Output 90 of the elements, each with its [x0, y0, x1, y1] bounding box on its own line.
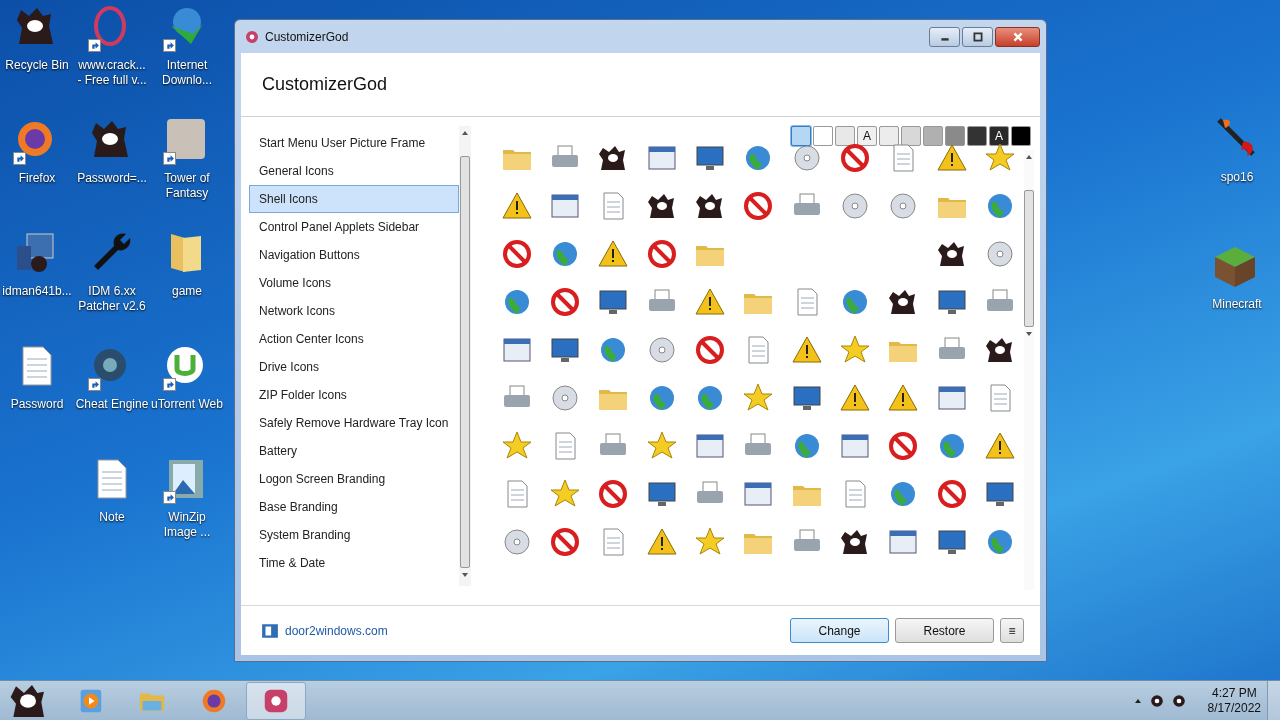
- close-button[interactable]: [995, 27, 1040, 47]
- warning-icon[interactable]: [838, 382, 871, 414]
- app-heading: CustomizerGod: [262, 74, 388, 95]
- sidebar-item[interactable]: Volume Icons: [249, 269, 459, 297]
- sidebar-item[interactable]: Network Icons: [249, 297, 459, 325]
- logo: [261, 621, 279, 640]
- color-swatch[interactable]: [879, 126, 899, 146]
- sidebar-item[interactable]: Navigation Buttons: [249, 241, 459, 269]
- change-button[interactable]: Change: [790, 618, 889, 643]
- star-icon[interactable]: [838, 334, 871, 366]
- desktop-shortcut[interactable]: spo16: [1200, 116, 1274, 185]
- desktop-shortcut[interactable]: Firefox: [0, 117, 74, 230]
- sidebar-item[interactable]: Control Panel Applets Sidebar: [249, 213, 459, 241]
- show-desktop-button[interactable]: [1267, 680, 1280, 720]
- maximize-icon: [971, 32, 984, 42]
- desktop-shortcut[interactable]: WinZip Image ...: [150, 456, 224, 569]
- desktop-shortcut[interactable]: idman641b...: [0, 230, 74, 343]
- sidebar-item[interactable]: Shell Icons: [249, 185, 459, 213]
- desktop-shortcut[interactable]: IDM 6.xx Patcher v2.6: [75, 230, 149, 343]
- prohibited-icon[interactable]: [887, 430, 920, 462]
- restore-button[interactable]: Restore: [895, 618, 994, 643]
- color-swatch[interactable]: [791, 126, 811, 146]
- warning-icon[interactable]: [645, 526, 678, 558]
- desktop-shortcut[interactable]: Password=...: [75, 117, 149, 230]
- star-icon[interactable]: [500, 430, 533, 462]
- desktop-shortcut[interactable]: Cheat Engine: [75, 343, 149, 456]
- star-icon[interactable]: [983, 142, 1016, 174]
- sidebar-item[interactable]: Time & Date: [249, 549, 459, 577]
- scroll-down-icon[interactable]: [1025, 331, 1033, 337]
- prohibited-icon[interactable]: [645, 238, 678, 270]
- star-icon[interactable]: [742, 382, 775, 414]
- prohibited-icon[interactable]: [742, 190, 775, 222]
- desktop-shortcut[interactable]: game: [150, 230, 224, 343]
- taskbar-button[interactable]: [246, 681, 306, 720]
- star-icon[interactable]: [694, 526, 727, 558]
- close-icon: [1011, 32, 1024, 42]
- tray-arrow-icon[interactable]: [1133, 697, 1142, 704]
- color-swatch[interactable]: [1011, 126, 1031, 146]
- warning-icon[interactable]: [597, 238, 630, 270]
- clock[interactable]: 4:27 PM 8/17/2022: [1207, 685, 1261, 716]
- scrollbar[interactable]: [1024, 150, 1034, 590]
- scrollbar[interactable]: [458, 126, 471, 586]
- prohibited-icon[interactable]: [838, 142, 871, 174]
- warning-icon[interactable]: [983, 430, 1016, 462]
- desktop-shortcut[interactable]: uTorrent Web: [150, 343, 224, 456]
- warning-icon[interactable]: [790, 334, 823, 366]
- desktop-shortcut[interactable]: Recycle Bin: [0, 4, 74, 117]
- warning-icon[interactable]: [694, 286, 727, 318]
- color-swatch[interactable]: A: [989, 126, 1009, 146]
- color-swatch[interactable]: [813, 126, 833, 146]
- menu-button[interactable]: ≡: [1000, 618, 1024, 643]
- desktop-shortcut[interactable]: Password: [0, 343, 74, 456]
- warning-icon[interactable]: [887, 382, 920, 414]
- prohibited-icon[interactable]: [500, 238, 533, 270]
- desktop-shortcut[interactable]: Internet Downlo...: [150, 4, 224, 117]
- sidebar-item[interactable]: Base Branding: [249, 493, 459, 521]
- prohibited-icon[interactable]: [549, 286, 582, 318]
- sidebar-item[interactable]: Start Menu User Picture Frame: [249, 129, 459, 157]
- maximize-button[interactable]: [962, 27, 993, 47]
- color-swatch[interactable]: [901, 126, 921, 146]
- desktop-shortcut[interactable]: Tower of Fantasy: [150, 117, 224, 230]
- minimize-button[interactable]: [929, 27, 960, 47]
- sidebar-item[interactable]: Safely Remove Hardware Tray Icon: [249, 409, 459, 437]
- scroll-down-icon[interactable]: [460, 572, 469, 578]
- color-swatch[interactable]: A: [857, 126, 877, 146]
- sidebar-item[interactable]: ZIP Folder Icons: [249, 381, 459, 409]
- sidebar-item[interactable]: Action Center Icons: [249, 325, 459, 353]
- prohibited-icon[interactable]: [597, 478, 630, 510]
- warning-icon[interactable]: [935, 142, 968, 174]
- warning-icon[interactable]: [500, 190, 533, 222]
- color-swatch[interactable]: [835, 126, 855, 146]
- color-swatch[interactable]: [967, 126, 987, 146]
- desktop-shortcut[interactable]: www.crack... - Free full v...: [75, 4, 149, 117]
- star-icon[interactable]: [645, 430, 678, 462]
- desktop-shortcut[interactable]: Note: [75, 456, 149, 569]
- sidebar-item[interactable]: Logon Screen Branding: [249, 465, 459, 493]
- prohibited-icon[interactable]: [935, 478, 968, 510]
- color-swatch[interactable]: [945, 126, 965, 146]
- color-swatch[interactable]: [923, 126, 943, 146]
- website-link[interactable]: door2windows.com: [261, 621, 388, 640]
- star-icon[interactable]: [549, 478, 582, 510]
- scroll-up-icon[interactable]: [1025, 154, 1033, 160]
- sidebar-item[interactable]: Drive Icons: [249, 353, 459, 381]
- window-title: CustomizerGod: [265, 29, 350, 44]
- scroll-up-icon[interactable]: [460, 130, 469, 136]
- sidebar-item[interactable]: Battery: [249, 437, 459, 465]
- prohibited-icon[interactable]: [694, 334, 727, 366]
- prohibited-icon[interactable]: [549, 526, 582, 558]
- sidebar-item[interactable]: General Icons: [249, 157, 459, 185]
- sidebar-item[interactable]: System Branding: [249, 521, 459, 549]
